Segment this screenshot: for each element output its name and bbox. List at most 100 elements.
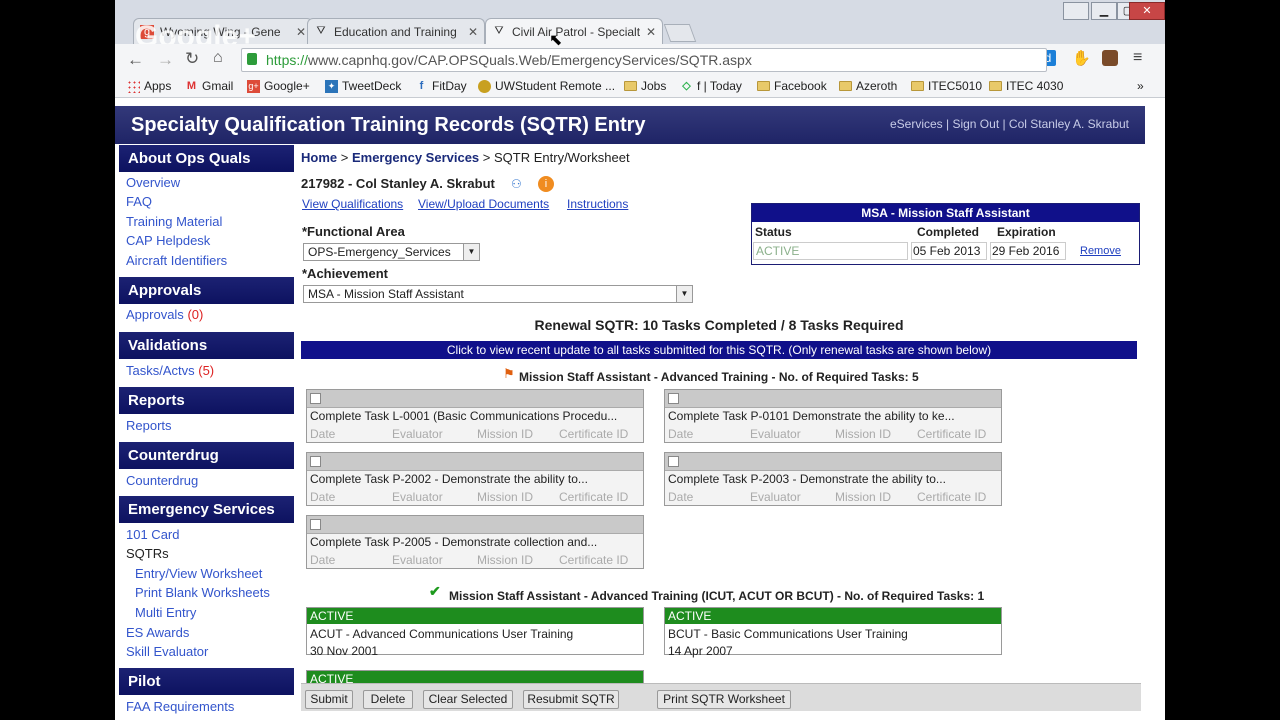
minimize-button[interactable]: ▁	[1091, 2, 1117, 20]
sidebar-link-approvals[interactable]: Approvals (0)	[126, 307, 203, 322]
home-icon[interactable]: ⌂	[213, 49, 223, 67]
sidebar-link-skill-evaluator[interactable]: Skill Evaluator	[126, 644, 208, 659]
close-icon[interactable]: ✕	[468, 25, 478, 39]
task-checkbox[interactable]	[668, 456, 679, 467]
resubmit-sqtr-button[interactable]: Resubmit SQTR	[523, 690, 619, 709]
bookmark-fitday[interactable]: f FitDay	[415, 79, 467, 93]
completed-task-bcut: ACTIVE BCUT - Basic Communications User …	[664, 607, 1002, 658]
sidebar-link-aircraft-identifiers[interactable]: Aircraft Identifiers	[126, 253, 227, 268]
tab-education-training[interactable]: ⛛ Education and Training ✕	[307, 18, 485, 44]
task-card-l0001[interactable]: Complete Task L-0001 (Basic Communicatio…	[306, 389, 644, 443]
renewal-notice-bar[interactable]: Click to view recent update to all tasks…	[301, 341, 1137, 359]
bookmark-today[interactable]: ◇ f | Today	[680, 79, 742, 93]
view-qualifications-link[interactable]: View Qualifications	[302, 197, 403, 211]
bookmark-itec5010[interactable]: ITEC5010	[911, 79, 982, 93]
instructions-link[interactable]: Instructions	[567, 197, 628, 211]
approvals-count: (0)	[187, 307, 204, 322]
expiration-header: Expiration	[997, 225, 1056, 239]
banner-links[interactable]: eServices | Sign Out | Col Stanley A. Sk…	[890, 117, 1129, 131]
bookmark-itec4030[interactable]: ITEC 4030	[989, 79, 1063, 93]
sidebar-link-counterdrug[interactable]: Counterdrug	[126, 473, 198, 488]
breadcrumb-home[interactable]: Home	[301, 150, 337, 165]
sidebar-link-faq[interactable]: FAQ	[126, 194, 152, 209]
expiration-value: 29 Feb 2016	[990, 242, 1066, 260]
close-icon[interactable]: ✕	[296, 25, 306, 39]
sidebar-heading-validations: Validations	[119, 332, 294, 359]
submit-button[interactable]: Submit	[305, 690, 353, 709]
sidebar-link-print-blank-worksheets[interactable]: Print Blank Worksheets	[135, 585, 270, 600]
browser-window: g Wyoming Wing - Gene ✕ ⛛ Education and …	[115, 0, 1165, 720]
sidebar-link-faa-requirements[interactable]: FAA Requirements	[126, 699, 234, 714]
feedly-icon: ◇	[682, 79, 691, 92]
sidebar-link-multi-entry[interactable]: Multi Entry	[135, 605, 196, 620]
menu-icon[interactable]: ≡	[1133, 49, 1142, 67]
task-checkbox[interactable]	[310, 519, 321, 530]
sidebar-link-reports[interactable]: Reports	[126, 418, 172, 433]
user-link-icon[interactable]: ⚇	[511, 177, 522, 191]
sidebar-link-es-awards[interactable]: ES Awards	[126, 625, 189, 640]
url-scheme: https://	[266, 52, 309, 68]
breadcrumb-emergency-services[interactable]: Emergency Services	[352, 150, 479, 165]
info-icon[interactable]: i	[538, 176, 554, 192]
sidebar-link-101-card[interactable]: 101 Card	[126, 527, 179, 542]
uw-icon	[478, 79, 491, 93]
bookmark-uwstudent[interactable]: UWStudent Remote ...	[478, 79, 615, 93]
new-tab-button[interactable]	[663, 24, 697, 42]
user-icon[interactable]	[1063, 2, 1089, 20]
fitday-icon: f	[419, 79, 424, 92]
bookmark-azeroth[interactable]: Azeroth	[839, 79, 897, 93]
sidebar-link-helpdesk[interactable]: CAP Helpdesk	[126, 233, 210, 248]
task-card-p0101[interactable]: Complete Task P-0101 Demonstrate the abi…	[664, 389, 1002, 443]
qualification-status-box: MSA - Mission Staff Assistant Status Com…	[751, 203, 1140, 265]
flag-icon: ⚑	[503, 366, 515, 381]
bookmark-apps[interactable]: Apps	[127, 79, 171, 93]
instagram-icon[interactable]	[1102, 50, 1118, 66]
page-content: Specialty Qualification Training Records…	[115, 98, 1147, 720]
close-icon[interactable]: ✕	[646, 25, 656, 39]
close-window-button[interactable]: ✕	[1129, 2, 1165, 20]
reload-icon[interactable]: ↻	[185, 49, 199, 69]
tweetdeck-icon: ✦	[325, 79, 338, 93]
remove-link[interactable]: Remove	[1080, 245, 1121, 257]
bookmark-facebook[interactable]: Facebook	[757, 79, 827, 93]
task-card-p2002[interactable]: Complete Task P-2002 - Demonstrate the a…	[306, 452, 644, 506]
functional-area-label: *Functional Area	[302, 224, 405, 239]
task-card-p2005[interactable]: Complete Task P-2005 - Demonstrate colle…	[306, 515, 644, 569]
status-header: Status	[755, 225, 792, 239]
back-icon[interactable]: ←	[127, 50, 144, 70]
section-communications-title: Mission Staff Assistant - Advanced Train…	[449, 589, 985, 603]
url-text: www.capnhq.gov/CAP.OPSQuals.Web/Emergenc…	[308, 52, 752, 68]
bookmark-jobs[interactable]: Jobs	[624, 79, 666, 93]
completed-header: Completed	[917, 225, 980, 239]
sidebar-heading-about: About Ops Quals	[119, 145, 294, 172]
chevron-down-icon: ▼	[676, 286, 692, 302]
task-checkbox[interactable]	[310, 393, 321, 404]
member-name: 217982 - Col Stanley A. Skrabut	[301, 176, 495, 191]
tab-civil-air-patrol[interactable]: ⛛ Civil Air Patrol - Specialt ✕	[485, 18, 663, 44]
task-card-p2003[interactable]: Complete Task P-2003 - Demonstrate the a…	[664, 452, 1002, 506]
sidebar-link-overview[interactable]: Overview	[126, 175, 180, 190]
functional-area-select[interactable]: OPS-Emergency_Services ▼	[303, 243, 480, 261]
task-checkbox[interactable]	[668, 393, 679, 404]
sidebar-link-training-material[interactable]: Training Material	[126, 214, 222, 229]
puzzle-icon[interactable]: ✋	[1072, 49, 1091, 67]
bookmark-googleplus[interactable]: g+ Google+	[247, 79, 310, 93]
bookmark-tweetdeck[interactable]: ✦ TweetDeck	[325, 79, 401, 93]
delete-button[interactable]: Delete	[363, 690, 413, 709]
sidebar-link-tasks[interactable]: Tasks/Actvs (5)	[126, 363, 214, 378]
mouse-cursor-icon: ⬉	[549, 32, 563, 49]
cap-icon: ⛛	[316, 25, 326, 37]
clear-selected-button[interactable]: Clear Selected	[423, 690, 513, 709]
folder-icon	[989, 81, 1002, 91]
bookmark-gmail[interactable]: M Gmail	[185, 79, 233, 93]
task-checkbox[interactable]	[310, 456, 321, 467]
achievement-select[interactable]: MSA - Mission Staff Assistant ▼	[303, 285, 693, 303]
lock-icon	[247, 53, 257, 65]
address-bar[interactable]: https://www.capnhq.gov/CAP.OPSQuals.Web/…	[241, 48, 1047, 72]
view-upload-documents-link[interactable]: View/Upload Documents	[418, 197, 549, 211]
forward-icon[interactable]: →	[157, 50, 174, 70]
sidebar-link-entry-view-worksheet[interactable]: Entry/View Worksheet	[135, 566, 262, 581]
more-bookmarks-button[interactable]: »	[1137, 79, 1144, 93]
breadcrumb: Home > Emergency Services > SQTR Entry/W…	[301, 150, 630, 165]
print-sqtr-worksheet-button[interactable]: Print SQTR Worksheet	[657, 690, 791, 709]
